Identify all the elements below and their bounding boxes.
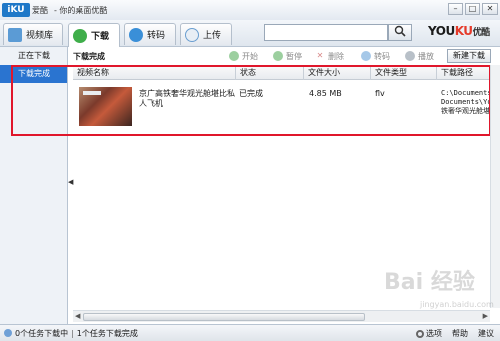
window-title: - 你的桌面优酷 bbox=[54, 5, 108, 15]
minimize-button[interactable]: – bbox=[448, 3, 463, 15]
transcode-button[interactable]: 转码 bbox=[361, 49, 390, 63]
vertical-scrollbar[interactable] bbox=[490, 65, 500, 308]
youku-brand-logo: YOUKU优酷 bbox=[428, 24, 490, 38]
search-icon bbox=[394, 25, 406, 37]
baidu-watermark: Bai 经验 bbox=[384, 270, 475, 295]
horizontal-scrollbar[interactable]: ◀ ▶ bbox=[73, 310, 490, 322]
search-button[interactable] bbox=[388, 24, 412, 41]
transcode-icon bbox=[129, 27, 143, 42]
status-bar: 0个任务下载中 | 1个任务下载完成 选项 帮助 建议 bbox=[0, 324, 500, 341]
tab-label: 视频库 bbox=[26, 31, 54, 41]
play-icon bbox=[229, 51, 239, 61]
toolbar: 下载完成 开始 暂停 ✕ 删除 转码 播放 新建下载 bbox=[69, 47, 500, 65]
status-actions: 选项 帮助 建议 bbox=[416, 328, 494, 339]
search-input[interactable] bbox=[264, 24, 388, 41]
title-bar: iKU 爱酷 - 你的桌面优酷 – □ ✕ bbox=[0, 0, 500, 20]
app-logo: iKU bbox=[2, 3, 30, 17]
close-button[interactable]: ✕ bbox=[482, 3, 498, 15]
delete-button[interactable]: ✕ 删除 bbox=[315, 49, 344, 63]
options-button[interactable]: 选项 bbox=[416, 328, 442, 339]
gear-icon bbox=[416, 329, 424, 338]
delete-icon: ✕ bbox=[316, 51, 324, 60]
status-completed: 1个任务下载完成 bbox=[76, 328, 138, 338]
help-button[interactable]: 帮助 bbox=[452, 328, 468, 339]
sidebar-item-downloading[interactable]: 正在下载 bbox=[0, 47, 67, 65]
download-icon bbox=[73, 28, 87, 43]
section-title: 下载完成 bbox=[73, 51, 105, 61]
info-icon bbox=[4, 329, 12, 337]
baidu-watermark-url: jingyan.baidu.com bbox=[420, 300, 494, 309]
maximize-button[interactable]: □ bbox=[465, 3, 480, 15]
tab-download[interactable]: 下载 bbox=[68, 23, 120, 47]
status-downloading: 0个任务下载中 bbox=[15, 328, 69, 338]
highlight-annotation bbox=[11, 65, 491, 136]
status-separator: | bbox=[71, 328, 74, 338]
library-icon bbox=[8, 27, 22, 42]
play-button[interactable]: 播放 bbox=[405, 49, 434, 63]
tab-upload[interactable]: 上传 bbox=[180, 23, 232, 45]
pause-icon bbox=[273, 51, 283, 61]
transcode-icon bbox=[361, 51, 371, 61]
scroll-right-icon[interactable]: ▶ bbox=[483, 312, 488, 320]
pause-button[interactable]: 暂停 bbox=[273, 49, 302, 63]
top-nav: 视频库 下载 转码 上传 YOUKU优酷 bbox=[0, 20, 500, 47]
scrollbar-thumb[interactable] bbox=[83, 313, 365, 321]
new-download-button[interactable]: 新建下载 bbox=[447, 49, 491, 63]
app-logo-text: 爱酷 bbox=[32, 5, 48, 15]
upload-icon bbox=[185, 27, 199, 42]
tab-label: 下载 bbox=[91, 32, 110, 42]
tab-label: 上传 bbox=[203, 31, 222, 41]
play-icon bbox=[405, 51, 415, 61]
feedback-button[interactable]: 建议 bbox=[478, 328, 494, 339]
start-button[interactable]: 开始 bbox=[229, 49, 258, 63]
tab-label: 转码 bbox=[147, 31, 166, 41]
scroll-left-icon[interactable]: ◀ bbox=[75, 312, 80, 320]
tab-transcode[interactable]: 转码 bbox=[124, 23, 176, 45]
collapse-sidebar-icon[interactable]: ◀ bbox=[68, 178, 73, 186]
window-controls: – □ ✕ bbox=[448, 3, 498, 15]
tab-video-library[interactable]: 视频库 bbox=[3, 23, 63, 45]
